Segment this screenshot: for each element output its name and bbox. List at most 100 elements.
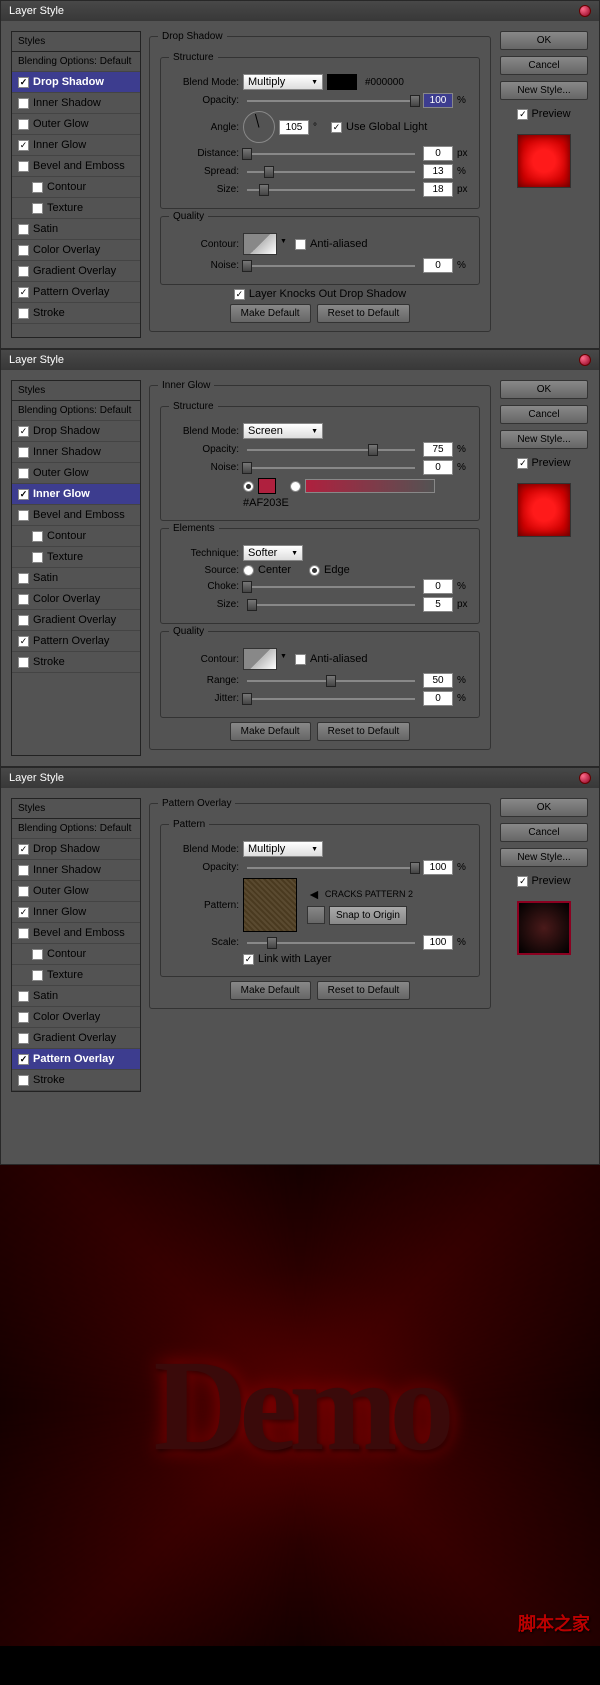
- blending-options[interactable]: Blending Options: Default: [12, 819, 140, 839]
- style-checkbox[interactable]: [18, 287, 29, 298]
- gradient-radio[interactable]: [290, 481, 301, 492]
- style-checkbox[interactable]: [18, 1033, 29, 1044]
- style-item[interactable]: Inner Glow: [12, 902, 140, 923]
- style-checkbox[interactable]: [32, 949, 43, 960]
- style-item[interactable]: Stroke: [12, 652, 140, 673]
- contour-picker[interactable]: [243, 233, 277, 255]
- opacity-input[interactable]: [423, 860, 453, 875]
- style-item[interactable]: Inner Shadow: [12, 442, 140, 463]
- style-checkbox[interactable]: [32, 531, 43, 542]
- size-input[interactable]: [423, 597, 453, 612]
- style-item[interactable]: Inner Glow: [12, 135, 140, 156]
- style-checkbox[interactable]: [18, 98, 29, 109]
- style-item[interactable]: Pattern Overlay: [12, 1049, 140, 1070]
- make-default-button[interactable]: Make Default: [230, 304, 311, 323]
- styles-header[interactable]: Styles: [12, 799, 140, 819]
- opacity-slider[interactable]: [247, 100, 415, 102]
- color-radio[interactable]: [243, 481, 254, 492]
- reset-default-button[interactable]: Reset to Default: [317, 981, 411, 1000]
- style-item[interactable]: Bevel and Emboss: [12, 505, 140, 526]
- choke-input[interactable]: [423, 579, 453, 594]
- style-item[interactable]: Outer Glow: [12, 114, 140, 135]
- antialiased-checkbox[interactable]: [295, 239, 306, 250]
- preview-checkbox[interactable]: [517, 876, 528, 887]
- new-style-button[interactable]: New Style...: [500, 81, 588, 100]
- style-item[interactable]: Contour: [12, 177, 140, 198]
- snap-origin-button[interactable]: Snap to Origin: [329, 906, 407, 925]
- style-checkbox[interactable]: [18, 636, 29, 647]
- style-checkbox[interactable]: [32, 970, 43, 981]
- style-checkbox[interactable]: [18, 77, 29, 88]
- style-checkbox[interactable]: [18, 224, 29, 235]
- style-item[interactable]: Drop Shadow: [12, 421, 140, 442]
- style-item[interactable]: Color Overlay: [12, 1007, 140, 1028]
- scale-input[interactable]: [423, 935, 453, 950]
- style-item[interactable]: Drop Shadow: [12, 72, 140, 93]
- knocks-out-checkbox[interactable]: [234, 289, 245, 300]
- style-checkbox[interactable]: [18, 928, 29, 939]
- style-checkbox[interactable]: [18, 245, 29, 256]
- style-checkbox[interactable]: [18, 594, 29, 605]
- style-item[interactable]: Stroke: [12, 303, 140, 324]
- style-checkbox[interactable]: [18, 119, 29, 130]
- blend-mode-select[interactable]: Screen: [243, 423, 323, 439]
- make-default-button[interactable]: Make Default: [230, 981, 311, 1000]
- style-checkbox[interactable]: [18, 1054, 29, 1065]
- color-swatch[interactable]: [327, 74, 357, 90]
- style-checkbox[interactable]: [18, 886, 29, 897]
- reset-default-button[interactable]: Reset to Default: [317, 722, 411, 741]
- style-item[interactable]: Outer Glow: [12, 463, 140, 484]
- preview-checkbox[interactable]: [517, 109, 528, 120]
- opacity-input[interactable]: [423, 93, 453, 108]
- style-item[interactable]: Texture: [12, 965, 140, 986]
- style-item[interactable]: Gradient Overlay: [12, 261, 140, 282]
- noise-input[interactable]: [423, 460, 453, 475]
- style-checkbox[interactable]: [18, 140, 29, 151]
- angle-input[interactable]: [279, 120, 309, 135]
- style-checkbox[interactable]: [32, 552, 43, 563]
- style-item[interactable]: Pattern Overlay: [12, 282, 140, 303]
- cancel-button[interactable]: Cancel: [500, 405, 588, 424]
- style-item[interactable]: Satin: [12, 986, 140, 1007]
- reset-default-button[interactable]: Reset to Default: [317, 304, 411, 323]
- style-checkbox[interactable]: [18, 489, 29, 500]
- ok-button[interactable]: OK: [500, 798, 588, 817]
- style-checkbox[interactable]: [32, 203, 43, 214]
- source-center-radio[interactable]: [243, 565, 254, 576]
- noise-slider[interactable]: [247, 265, 415, 267]
- cancel-button[interactable]: Cancel: [500, 56, 588, 75]
- choke-slider[interactable]: [247, 586, 415, 588]
- style-checkbox[interactable]: [18, 657, 29, 668]
- style-item[interactable]: Color Overlay: [12, 240, 140, 261]
- style-item[interactable]: Gradient Overlay: [12, 610, 140, 631]
- style-item[interactable]: Outer Glow: [12, 881, 140, 902]
- style-item[interactable]: Bevel and Emboss: [12, 156, 140, 177]
- styles-header[interactable]: Styles: [12, 32, 140, 52]
- style-item[interactable]: Color Overlay: [12, 589, 140, 610]
- new-preset-button[interactable]: [307, 906, 325, 924]
- gradient-picker[interactable]: [305, 479, 435, 493]
- close-icon[interactable]: [579, 5, 591, 17]
- style-item[interactable]: Inner Shadow: [12, 860, 140, 881]
- style-checkbox[interactable]: [18, 426, 29, 437]
- close-icon[interactable]: [579, 772, 591, 784]
- range-slider[interactable]: [247, 680, 415, 682]
- style-checkbox[interactable]: [18, 573, 29, 584]
- style-checkbox[interactable]: [18, 844, 29, 855]
- style-item[interactable]: Contour: [12, 526, 140, 547]
- style-item[interactable]: Satin: [12, 568, 140, 589]
- size-slider[interactable]: [247, 189, 415, 191]
- cancel-button[interactable]: Cancel: [500, 823, 588, 842]
- opacity-slider[interactable]: [247, 867, 415, 869]
- style-item[interactable]: Contour: [12, 944, 140, 965]
- style-checkbox[interactable]: [18, 1012, 29, 1023]
- make-default-button[interactable]: Make Default: [230, 722, 311, 741]
- distance-input[interactable]: [423, 146, 453, 161]
- style-item[interactable]: Inner Shadow: [12, 93, 140, 114]
- style-item[interactable]: Satin: [12, 219, 140, 240]
- style-item[interactable]: Texture: [12, 198, 140, 219]
- blend-mode-select[interactable]: Multiply: [243, 841, 323, 857]
- style-item[interactable]: Inner Glow: [12, 484, 140, 505]
- style-item[interactable]: Texture: [12, 547, 140, 568]
- new-style-button[interactable]: New Style...: [500, 430, 588, 449]
